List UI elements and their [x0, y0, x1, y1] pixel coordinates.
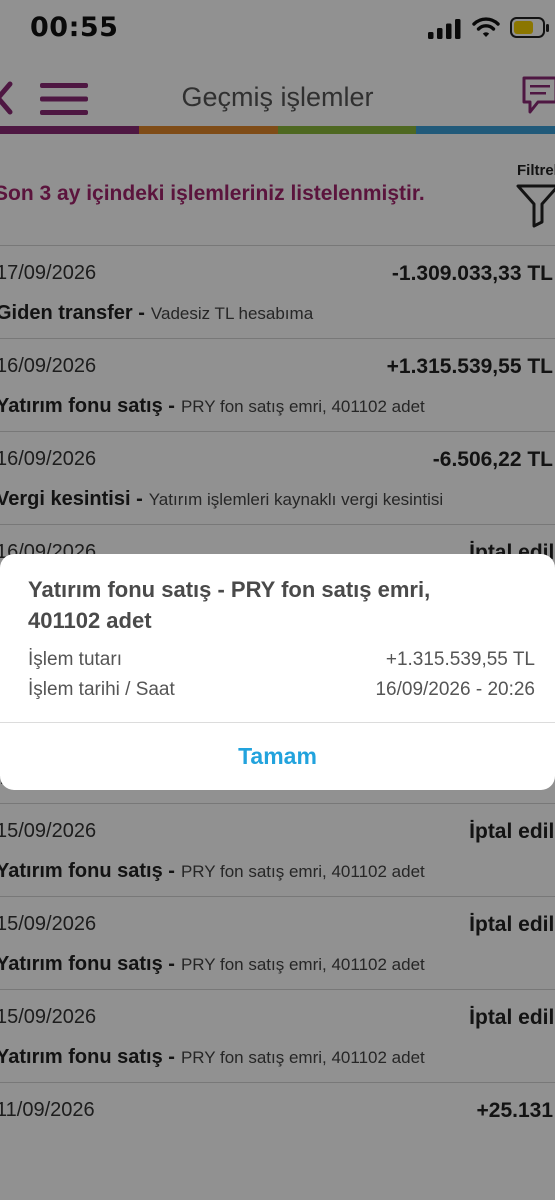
ok-button[interactable]: Tamam [0, 723, 555, 790]
amount-label: İşlem tutarı [28, 649, 122, 670]
date-value: 16/09/2026 - 20:26 [375, 679, 535, 700]
amount-value: +1.315.539,55 TL [385, 649, 535, 670]
dialog-title: Yatırım fonu satış - PRY fon satış emri,… [28, 577, 431, 633]
date-label: İşlem tarihi / Saat [28, 679, 175, 700]
transaction-detail-dialog: Yatırım fonu satış - PRY fon satış emri,… [0, 554, 555, 790]
